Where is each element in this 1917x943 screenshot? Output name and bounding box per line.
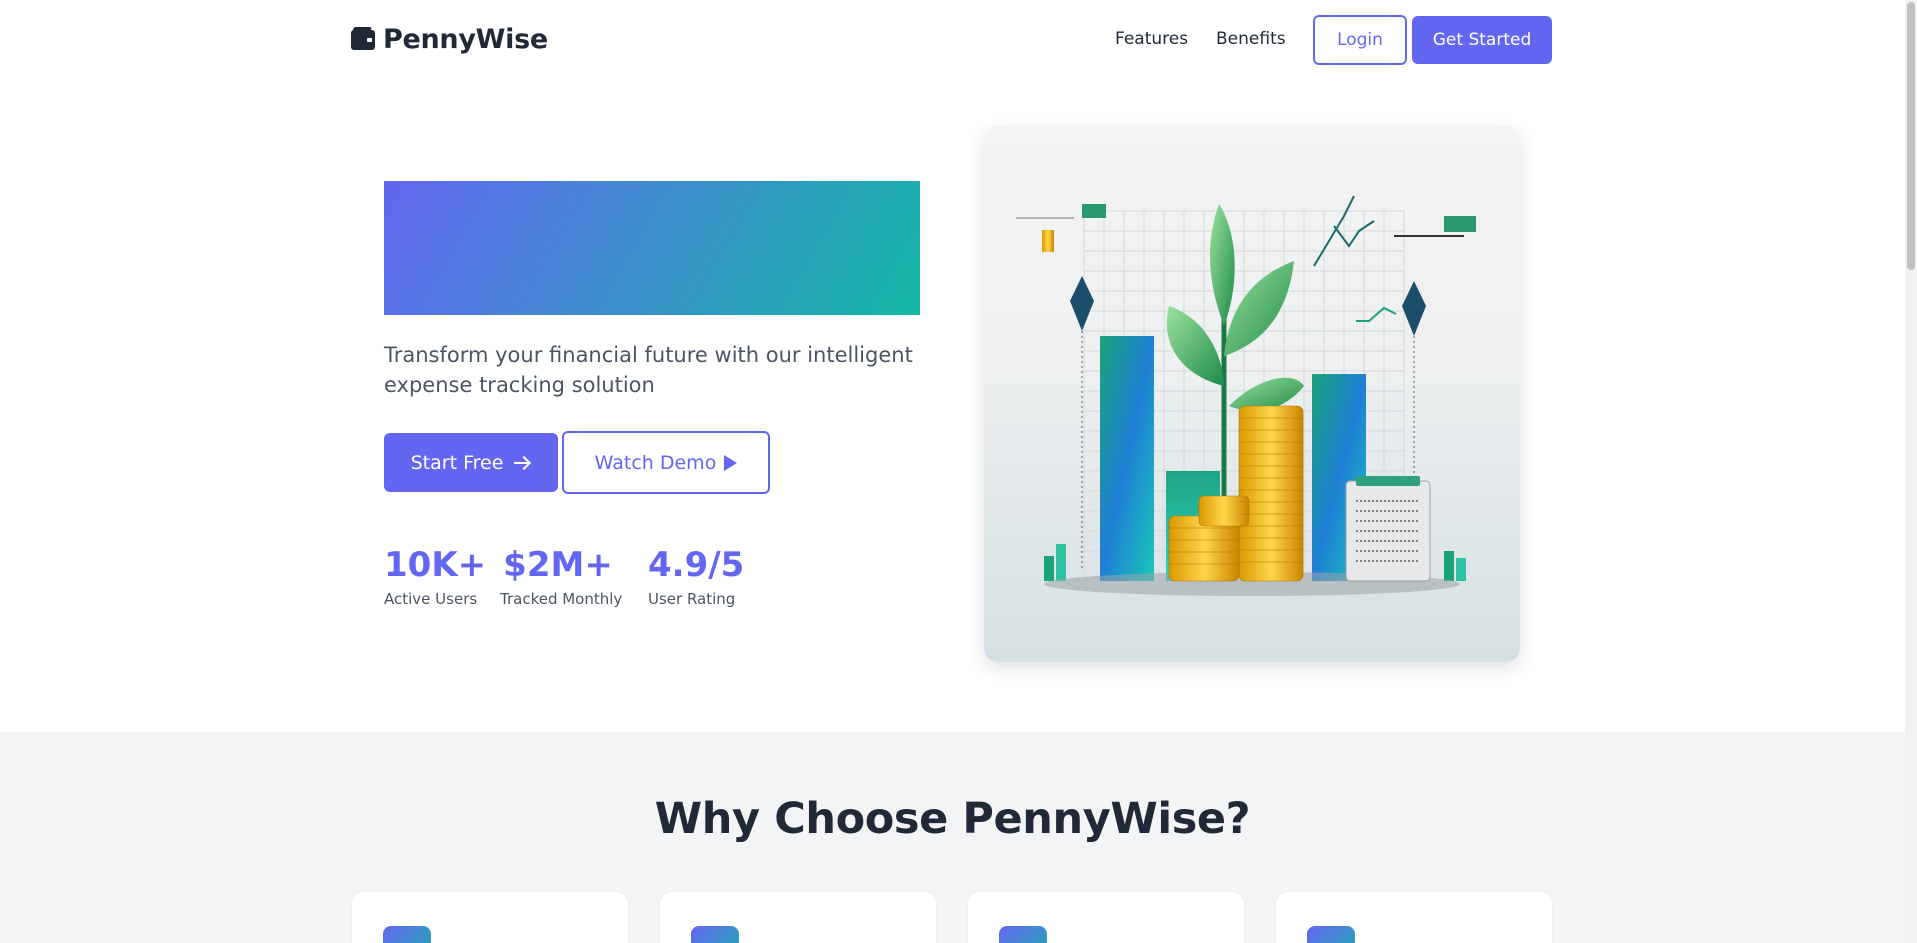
stat-active-users: 10K+ Active Users [384, 544, 487, 608]
nav-link-features[interactable]: Features [1115, 29, 1188, 49]
arrow-right-icon [513, 455, 531, 471]
stat-value: 4.9/5 [648, 545, 745, 585]
chart-icon [383, 926, 431, 943]
stat-label: User Rating [648, 590, 736, 608]
hero-illustration [984, 126, 1520, 662]
login-button[interactable]: Login [1313, 15, 1407, 65]
feature-card [1276, 892, 1552, 943]
features-title: Why Choose PennyWise? [654, 794, 1251, 844]
feature-card [352, 892, 628, 943]
features-section: Why Choose PennyWise? [0, 732, 1905, 943]
feature-card [968, 892, 1244, 943]
play-icon [724, 454, 738, 471]
page-scrollbar[interactable] [1905, 0, 1917, 943]
start-free-label: Start Free [410, 451, 504, 474]
stat-label: Active Users [384, 590, 478, 608]
finance-growth-illustration [1016, 195, 1476, 596]
brand-name: PennyWise [383, 24, 548, 55]
watch-demo-label: Watch Demo [594, 451, 717, 474]
shield-icon [691, 926, 739, 943]
stat-value: $2M+ [503, 545, 613, 585]
stat-label: Tracked Monthly [500, 590, 623, 608]
get-started-button[interactable]: Get Started [1412, 16, 1552, 64]
hero-subtitle: Transform your financial future with our… [384, 343, 913, 397]
brand-logo[interactable]: PennyWise [351, 24, 548, 55]
nav-link-benefits[interactable]: Benefits [1216, 29, 1286, 49]
scrollbar-thumb[interactable] [1907, 2, 1915, 270]
watch-demo-button[interactable]: Watch Demo [562, 431, 770, 494]
navbar: PennyWise Features Benefits Login Get St… [0, 0, 1905, 78]
refresh-icon [1307, 926, 1355, 943]
mobile-icon [999, 926, 1047, 943]
stat-value: 10K+ [384, 545, 487, 585]
start-free-button[interactable]: Start Free [384, 433, 558, 492]
hero-gradient-banner [384, 181, 920, 315]
stat-tracked-monthly: $2M+ Tracked Monthly [500, 544, 623, 608]
feature-card [660, 892, 936, 943]
wallet-icon [351, 29, 375, 50]
stat-user-rating: 4.9/5 User Rating [648, 544, 745, 608]
